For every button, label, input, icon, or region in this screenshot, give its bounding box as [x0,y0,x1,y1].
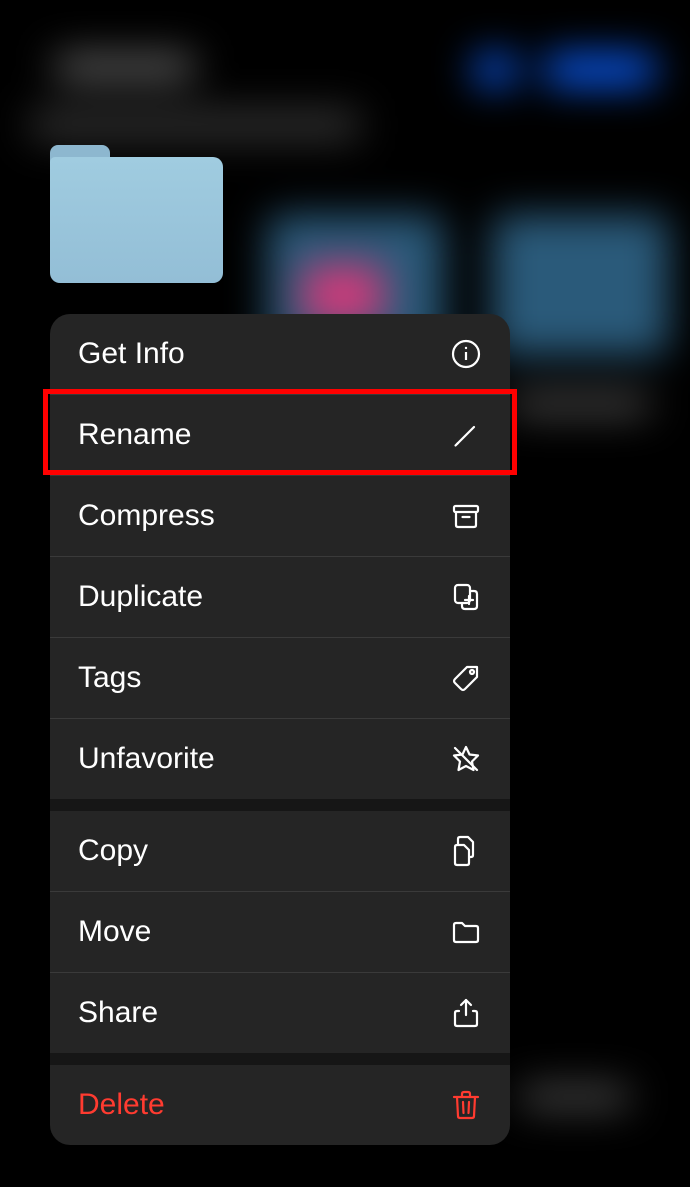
menu-section-gap [50,1053,510,1065]
menu-item-label: Unfavorite [78,742,215,776]
menu-item-duplicate[interactable]: Duplicate [50,557,510,637]
menu-item-get-info[interactable]: Get Info [50,314,510,394]
menu-item-label: Move [78,915,151,949]
menu-item-label: Compress [78,499,215,533]
menu-section-gap [50,799,510,811]
share-icon [450,997,482,1029]
menu-item-label: Share [78,996,158,1030]
tag-icon [450,662,482,694]
context-menu: Get Info Rename Compress [50,314,510,1145]
folder-icon[interactable] [50,145,223,283]
menu-item-unfavorite[interactable]: Unfavorite [50,719,510,799]
menu-item-delete[interactable]: Delete [50,1065,510,1145]
folder-icon [450,916,482,948]
menu-item-label: Tags [78,661,141,695]
menu-item-tags[interactable]: Tags [50,638,510,718]
menu-item-label: Duplicate [78,580,203,614]
duplicate-icon [450,581,482,613]
menu-item-label: Delete [78,1088,165,1122]
menu-item-rename[interactable]: Rename [50,395,510,475]
star-slash-icon [450,743,482,775]
menu-item-label: Copy [78,834,148,868]
menu-item-label: Rename [78,418,191,452]
menu-item-share[interactable]: Share [50,973,510,1053]
info-circle-icon [450,338,482,370]
trash-icon [450,1089,482,1121]
doc-on-doc-icon [450,835,482,867]
menu-item-copy[interactable]: Copy [50,811,510,891]
menu-item-move[interactable]: Move [50,892,510,972]
menu-item-label: Get Info [78,337,185,371]
archivebox-icon [450,500,482,532]
pencil-icon [450,419,482,451]
menu-item-compress[interactable]: Compress [50,476,510,556]
